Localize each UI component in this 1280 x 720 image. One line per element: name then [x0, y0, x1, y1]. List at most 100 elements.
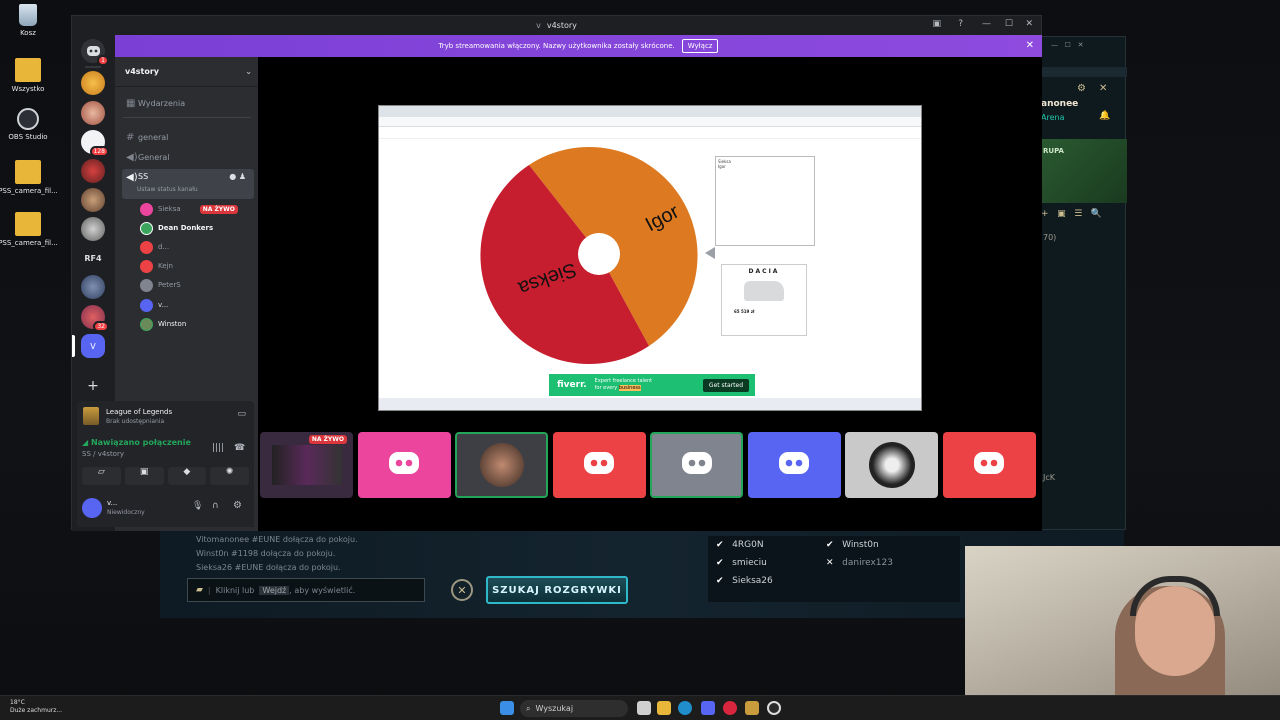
settings-icon[interactable]: ⚙ — [1077, 83, 1086, 94]
user-status: Niewidoczny — [107, 509, 145, 516]
inbox-icon[interactable]: ▣ — [932, 19, 941, 29]
lol-count: 70) — [1043, 233, 1057, 242]
windows-taskbar: 18°C Duże zachmurz... ⌕ Wyszukaj — [0, 695, 1280, 720]
voice-user[interactable]: PeterS — [140, 277, 181, 293]
cancel-queue-button[interactable]: ✕ — [451, 579, 473, 601]
bell-icon[interactable]: 🔔 — [1099, 111, 1110, 121]
events-item[interactable]: ▦ Wydarzenia — [122, 95, 254, 112]
lol-partial-name: JcK — [1043, 473, 1056, 482]
voice-user[interactable]: Sieksa NA ŻYWO — [140, 201, 238, 217]
recycle-bin-shortcut[interactable]: Kosz — [0, 4, 60, 37]
browser-icon[interactable] — [678, 701, 692, 715]
voice-user[interactable]: Dean Donkers — [140, 220, 213, 236]
banner-text: Tryb streamowania włączony. Nazwy użytko… — [438, 42, 675, 50]
obs-shortcut[interactable]: OBS Studio — [0, 108, 60, 141]
lol-chat-log: Vitomanonee #EUNE dołącza do pokoju. Win… — [196, 533, 358, 575]
screen-share-stream[interactable]: Igor Sieksa Sieksa Igor DACIA 65 519 zł … — [378, 105, 922, 411]
calendar-icon: ▦ — [126, 98, 136, 109]
server-icon[interactable] — [81, 71, 105, 95]
headphones-icon[interactable]: ∩ — [212, 501, 219, 511]
get-started-button[interactable]: Get started — [702, 378, 749, 392]
screen-share-icon[interactable]: ▭ — [237, 409, 246, 419]
participant-tile[interactable] — [455, 432, 548, 498]
channel-status[interactable]: Ustaw status kanału — [137, 186, 198, 193]
screen-share-button[interactable]: ▣ — [124, 467, 164, 485]
discord-window: v v4story ▣ ? — ☐ ✕ Tryb streamowania wł… — [71, 15, 1042, 531]
avatar — [140, 202, 153, 216]
soundboard-button[interactable]: ✺ — [210, 467, 249, 485]
add-server-icon[interactable]: + — [81, 374, 105, 398]
server-header[interactable]: v4story ⌄ — [115, 57, 258, 87]
participant-tile[interactable] — [942, 432, 1036, 498]
minimize-icon[interactable]: — — [982, 19, 991, 29]
voice-user[interactable]: Winston — [140, 316, 186, 332]
close-icon[interactable]: ✕ — [1025, 19, 1033, 29]
server-icon-v4story[interactable]: V — [81, 334, 105, 358]
server-icon[interactable]: 32 — [81, 305, 109, 332]
voice-user[interactable]: d... — [140, 239, 169, 255]
folder-icon — [15, 212, 41, 236]
file-explorer-icon[interactable] — [657, 701, 671, 715]
disconnect-icon[interactable]: ☎ — [234, 443, 245, 453]
folder-shortcut[interactable]: PSS_camera_fil... — [0, 160, 60, 195]
close-icon[interactable]: ✕ — [1099, 83, 1107, 94]
dacia-ad[interactable]: DACIA 65 519 zł — [721, 264, 807, 336]
folder-shortcut[interactable]: PSS_camera_fil... — [0, 212, 60, 247]
participant-tile[interactable]: NA ŻYWO — [260, 432, 353, 498]
folder-shortcut[interactable]: Wszystko — [0, 58, 60, 93]
activity-game: League of Legends — [106, 408, 173, 416]
chat-bubble-icon: ▰ — [196, 585, 203, 595]
noise-suppression-icon[interactable]: |||| — [212, 443, 224, 453]
window-controls[interactable]: — ☐ ✕ — [1051, 41, 1084, 49]
server-icon[interactable] — [81, 275, 105, 299]
task-view-icon[interactable] — [637, 701, 651, 715]
server-icon-rf4[interactable]: RF4 — [81, 246, 105, 270]
activities-button[interactable]: ◆ — [167, 467, 207, 485]
fiverr-ad[interactable]: fiverr. Expert freelance talent for every… — [549, 374, 755, 396]
help-icon[interactable]: ? — [958, 19, 963, 29]
chat-input[interactable]: ▰ | Kliknij lub Wejdź , aby wyświetlić. — [187, 578, 425, 602]
lol-party-list: ✔ 4RG0N ✔ Winst0n ✔ smieciu ✕ danirex123… — [708, 536, 960, 602]
start-icon[interactable] — [500, 701, 514, 715]
voice-location[interactable]: SS / v4story — [82, 450, 124, 458]
taskbar-search[interactable]: ⌕ Wyszukaj — [520, 700, 628, 717]
voice-user[interactable]: Kejn — [140, 258, 173, 274]
obs-taskbar-icon[interactable] — [767, 701, 781, 715]
headphones-icon — [1130, 576, 1220, 616]
channel-general-text[interactable]: # general — [122, 129, 254, 146]
gear-icon[interactable]: ⚙ — [233, 500, 242, 511]
league-client-icon[interactable] — [745, 701, 759, 715]
participant-tile[interactable] — [747, 432, 841, 498]
direct-messages-button[interactable]: 1 — [81, 39, 109, 66]
channel-general-voice[interactable]: ◀) General — [122, 149, 254, 166]
chat-and-invite-icons[interactable]: ● ♟ — [229, 172, 246, 181]
microphone-icon[interactable]: 🎙 — [192, 501, 203, 511]
voice-user[interactable]: v... — [140, 297, 168, 313]
wheel-of-names[interactable]: Igor Sieksa — [379, 139, 921, 379]
server-icon[interactable] — [81, 101, 105, 125]
close-icon[interactable]: ✕ — [1026, 40, 1034, 51]
server-icon[interactable] — [81, 217, 105, 241]
notification-badge: 1 — [97, 55, 109, 66]
opera-icon[interactable] — [723, 701, 737, 715]
names-editor[interactable]: Sieksa Igor — [715, 156, 815, 246]
chat-line: Sieksa26 #EUNE dołącza do pokoju. — [196, 563, 341, 572]
participant-tile[interactable] — [845, 432, 938, 498]
discord-taskbar-icon[interactable] — [701, 701, 715, 715]
desktop-icon-label: PSS_camera_fil... — [0, 187, 58, 195]
avatar[interactable] — [82, 498, 102, 518]
server-icon[interactable] — [81, 188, 105, 212]
find-match-button[interactable]: SZUKAJ ROZGRYWKI — [486, 576, 628, 604]
weather-widget[interactable]: 18°C Duże zachmurz... — [10, 699, 62, 715]
lol-social-icons[interactable]: + ▣ ☰ 🔍 — [1041, 209, 1102, 219]
participant-tile[interactable] — [357, 432, 451, 498]
disable-streamer-mode-button[interactable]: Wyłącz — [681, 39, 719, 53]
channel-ss-voice[interactable]: ◀) SS Ustaw status kanału ● ♟ — [122, 169, 254, 199]
server-icon[interactable]: 128 — [81, 130, 109, 157]
avatar — [140, 240, 153, 254]
server-icon[interactable] — [81, 159, 105, 183]
participant-tile[interactable] — [552, 432, 646, 498]
maximize-icon[interactable]: ☐ — [1005, 19, 1013, 29]
camera-off-button[interactable]: ▱ — [82, 467, 121, 485]
participant-tile[interactable] — [650, 432, 743, 498]
